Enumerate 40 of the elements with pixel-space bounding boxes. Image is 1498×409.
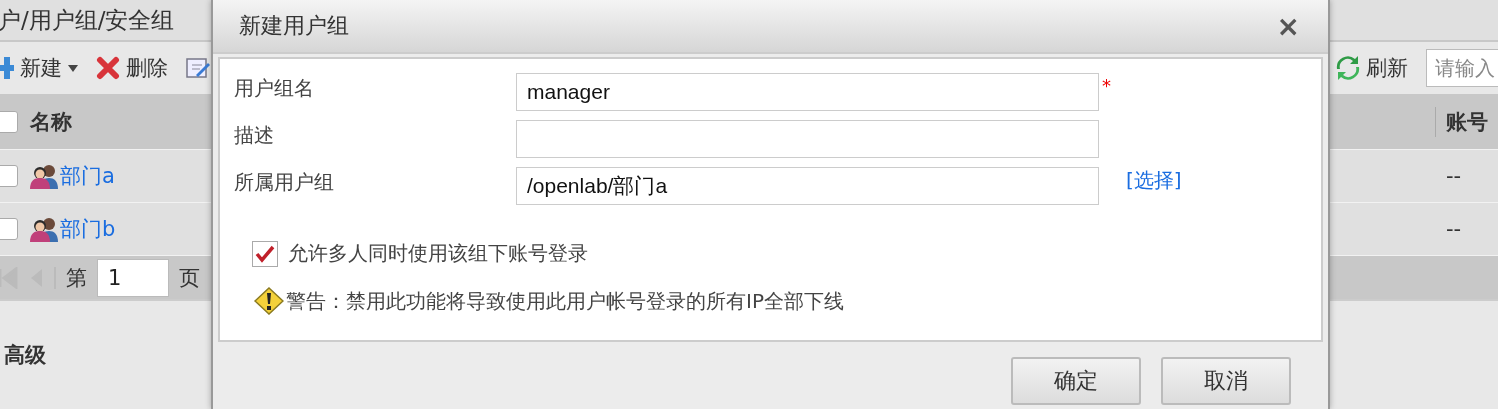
refresh-button[interactable]: 刷新 — [1336, 54, 1408, 82]
column-header: 名称 — [30, 108, 72, 136]
table-cell-text: -- — [1445, 163, 1463, 190]
group-link[interactable]: 部门b — [60, 215, 116, 243]
checkbox[interactable] — [0, 110, 18, 133]
user-group-icon — [30, 216, 58, 242]
pager-label: 第 — [66, 264, 87, 292]
field-label: 描述 — [234, 122, 275, 149]
dialog-button[interactable]: 确定 — [1011, 357, 1141, 405]
warning-icon — [254, 287, 284, 315]
delete-button[interactable]: 删除 — [96, 54, 168, 82]
column-header: 账号 — [1435, 106, 1498, 137]
pager-label: 页 — [179, 264, 200, 292]
page-field[interactable]: 1 — [97, 258, 169, 297]
checkbox[interactable] — [252, 240, 278, 267]
input-field[interactable]: /openlab/部门a — [516, 167, 1099, 205]
field-label: 用户组名 — [234, 75, 315, 102]
input-field[interactable] — [516, 120, 1099, 158]
search-field[interactable]: 请输入 — [1426, 49, 1498, 87]
dialog-title: 新建用户组 — [239, 12, 349, 40]
section-title: 高级 — [4, 343, 46, 367]
edit-button[interactable] — [186, 56, 210, 80]
required-mark: * — [1101, 75, 1111, 96]
select-link[interactable]: [选择] — [1126, 167, 1321, 194]
field-label: 所属用户组 — [234, 169, 335, 196]
dialog-button[interactable]: 取消 — [1161, 357, 1291, 405]
table-cell-text: -- — [1445, 216, 1463, 243]
edit-icon — [186, 56, 210, 80]
plus-icon — [0, 57, 14, 79]
close-button[interactable]: × — [1276, 9, 1300, 43]
delete-icon — [96, 56, 120, 80]
checkbox[interactable] — [0, 218, 18, 240]
warning-text: 警告：禁用此功能将导致使用此用户帐号登录的所有IP全部下线 — [286, 287, 844, 315]
checkbox-label: 允许多人同时使用该组下账号登录 — [288, 240, 588, 267]
input-field[interactable]: manager — [516, 73, 1099, 111]
refresh-icon — [1336, 55, 1360, 81]
checkbox[interactable] — [0, 165, 18, 187]
new-button[interactable]: 新建 — [0, 54, 78, 82]
group-link[interactable]: 部门a — [60, 162, 115, 190]
user-group-icon — [30, 163, 58, 189]
